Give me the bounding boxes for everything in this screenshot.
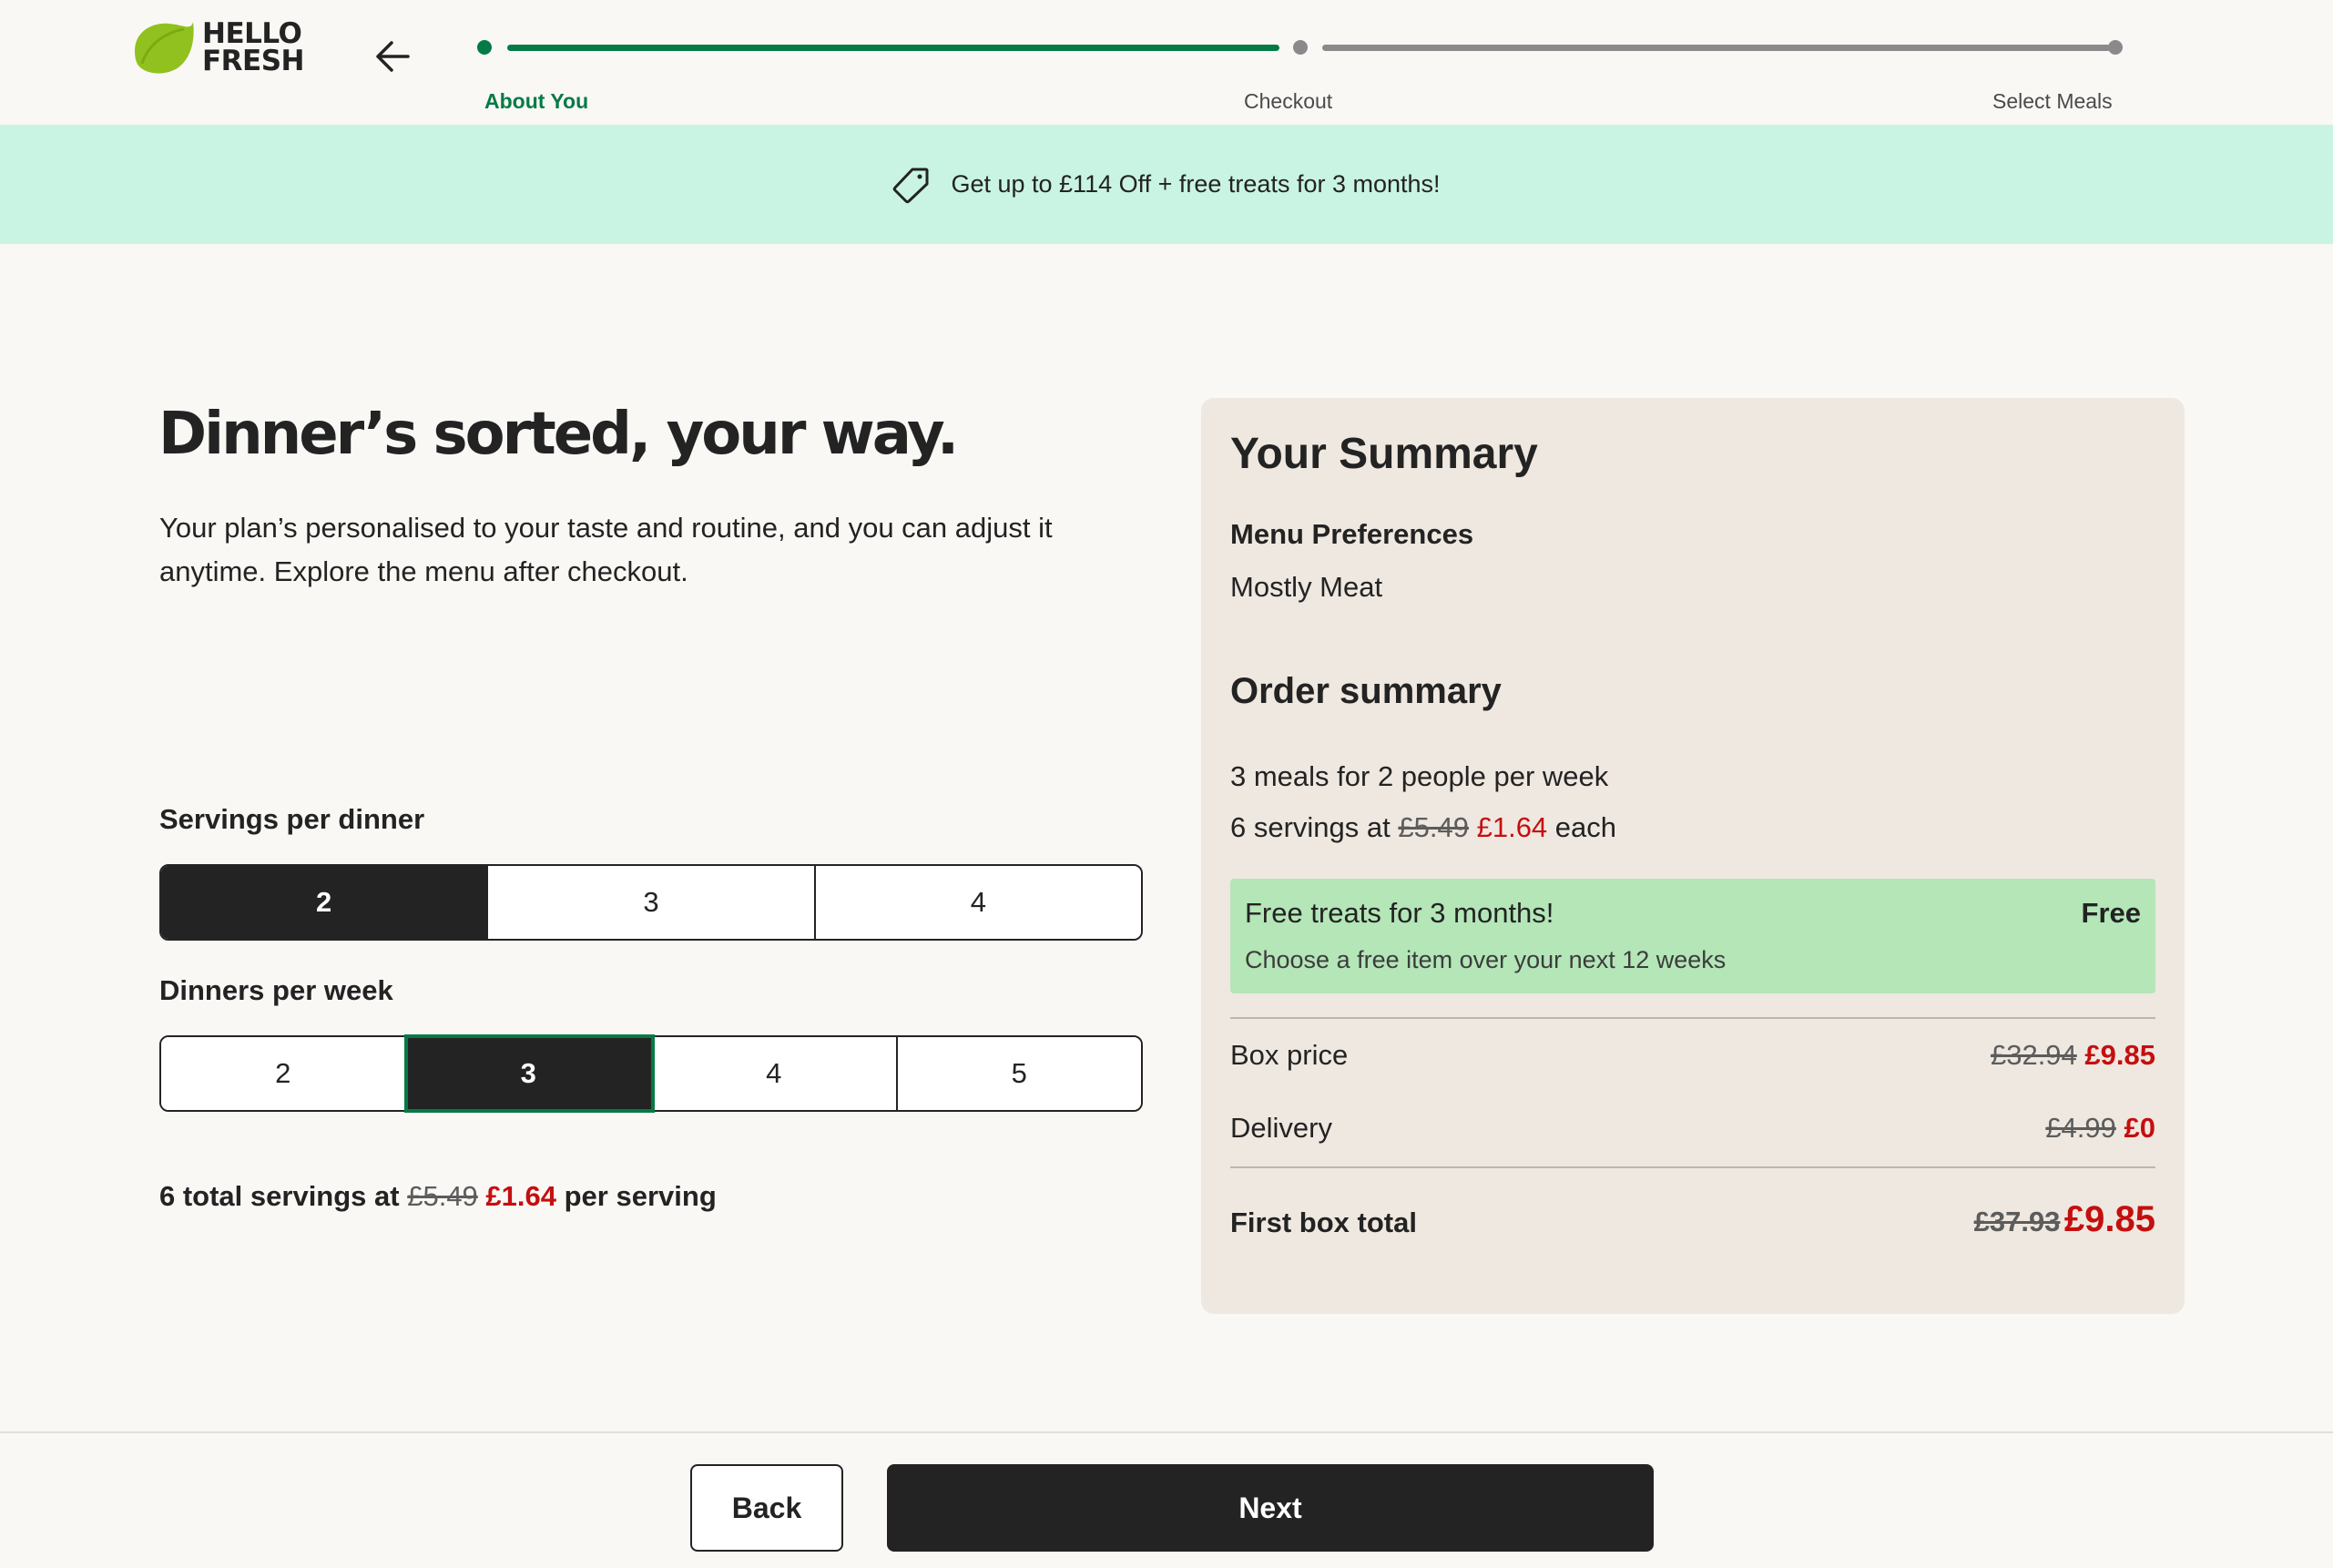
new-price-per-serving: £1.64 [485, 1180, 556, 1212]
tag-icon [893, 168, 929, 203]
delivery-old: £4.99 [2045, 1112, 2116, 1144]
box-price-new: £9.85 [2084, 1039, 2155, 1071]
footer-bar: Back Next [0, 1431, 2333, 1568]
first-box-total-value: £37.93 £9.85 [1974, 1199, 2155, 1240]
dinners-option-4[interactable]: 4 [652, 1037, 898, 1110]
box-price-value: £32.94 £9.85 [1991, 1039, 2155, 1072]
dinners-option-3[interactable]: 3 [403, 1034, 655, 1113]
dinners-label: Dinners per week [159, 974, 393, 1006]
step-dot-checkout [1293, 40, 1308, 55]
menu-preferences-label: Menu Preferences [1230, 518, 1474, 550]
back-button[interactable]: Back [690, 1464, 843, 1552]
next-button[interactable]: Next [887, 1464, 1654, 1552]
total-servings-suffix: per serving [564, 1180, 717, 1212]
total-servings-line: 6 total servings at £5.49 £1.64 per serv… [159, 1180, 717, 1213]
box-price-label: Box price [1230, 1039, 1349, 1071]
logo-line-1: HELLO [202, 17, 302, 50]
servings-new-price: £1.64 [1476, 811, 1548, 843]
page-subtitle: Your plan’s personalised to your taste a… [159, 512, 1053, 587]
servings-price-suffix: each [1554, 811, 1617, 843]
progress-stepper: About You Checkout Select Meals [474, 36, 2123, 118]
servings-old-price: £5.49 [1398, 811, 1469, 843]
order-summary-title: Order summary [1230, 671, 1502, 711]
lime-logo-icon [135, 22, 194, 74]
old-price-per-serving: £5.49 [407, 1180, 478, 1212]
servings-selector: 2 3 4 [159, 864, 1143, 941]
servings-option-3[interactable]: 3 [488, 866, 816, 939]
free-badge: Free [2081, 897, 2141, 929]
first-box-total-label: First box total [1230, 1207, 1417, 1238]
delivery-value: £4.99 £0 [2045, 1112, 2155, 1145]
servings-option-2[interactable]: 2 [161, 866, 489, 939]
summary-card: Your Summary Menu Preferences Mostly Mea… [1201, 398, 2185, 1314]
step-label-checkout: Checkout [1244, 89, 1333, 113]
header: HELLO FRESH About You Checkout Select Me… [0, 0, 2333, 125]
meals-line: 3 meals for 2 people per week [1230, 760, 1609, 792]
logo-line-2: FRESH [202, 45, 305, 77]
free-treats-title: Free treats for 3 months! [1245, 897, 1554, 929]
first-box-total-new: £9.85 [2063, 1199, 2155, 1239]
total-servings-prefix: 6 total servings at [159, 1180, 400, 1212]
back-arrow-icon[interactable] [372, 38, 415, 75]
dinners-option-2[interactable]: 2 [161, 1037, 407, 1110]
free-treats-subtitle: Choose a free item over your next 12 wee… [1245, 946, 1727, 973]
step-label-about-you: About You [484, 89, 589, 113]
promo-text: Get up to £114 Off + free treats for 3 m… [951, 170, 1441, 198]
delivery-new: £0 [2124, 1112, 2155, 1144]
summary-title: Your Summary [1230, 430, 1538, 478]
progress-bar-remaining [1322, 45, 2111, 51]
dinners-option-5[interactable]: 5 [897, 1037, 1141, 1110]
servings-option-4[interactable]: 4 [815, 866, 1141, 939]
dinners-selector: 2 3 4 5 [159, 1034, 1143, 1113]
step-dot-about-you [477, 40, 492, 55]
menu-preferences-value: Mostly Meat [1230, 571, 1383, 603]
delivery-label: Delivery [1230, 1112, 1332, 1144]
divider [1230, 1017, 2155, 1019]
hellofresh-logo[interactable]: HELLO FRESH [129, 17, 305, 77]
page: HELLO FRESH About You Checkout Select Me… [0, 0, 2333, 1568]
promo-banner: Get up to £114 Off + free treats for 3 m… [0, 125, 2333, 244]
divider [1230, 1166, 2155, 1168]
progress-bar-complete [507, 45, 1279, 51]
free-treats-box: Free treats for 3 months! Free Choose a … [1230, 879, 2155, 993]
page-title: Dinner’s sorted, your way. [158, 401, 959, 468]
step-dot-select-meals [2108, 40, 2123, 55]
first-box-total-old: £37.93 [1973, 1206, 2061, 1237]
step-label-select-meals: Select Meals [1992, 89, 2113, 113]
servings-price-prefix: 6 servings at [1230, 811, 1391, 843]
servings-label: Servings per dinner [159, 803, 425, 835]
servings-price-line: 6 servings at £5.49 £1.64 each [1230, 811, 1616, 844]
logo-wordmark: HELLO FRESH [202, 17, 305, 77]
box-price-old: £32.94 [1990, 1039, 2077, 1071]
